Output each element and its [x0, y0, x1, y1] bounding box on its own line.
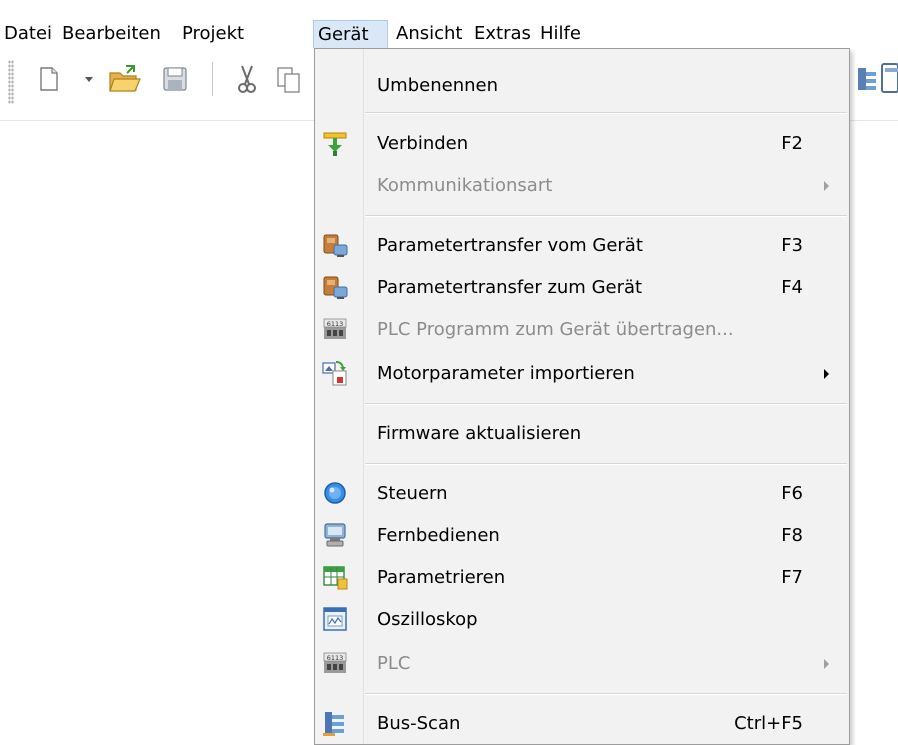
menu-item-umbenennen[interactable]: Umbenennen: [315, 65, 849, 107]
menu-item-label: Fernbedienen: [377, 525, 500, 546]
toolbar-grip[interactable]: [8, 60, 14, 104]
menu-item-fernbedienen[interactable]: Fernbedienen F8: [315, 515, 849, 557]
menu-separator: [365, 403, 847, 405]
oscilloscope-icon: [323, 607, 347, 631]
bus-scan-icon: [323, 712, 344, 736]
menu-item-label: PLC: [377, 653, 411, 674]
menu-projekt[interactable]: Projekt: [178, 20, 248, 48]
transfer-from-device-icon: [323, 234, 348, 257]
menu-item-plc[interactable]: 6113 PLC: [315, 643, 849, 685]
menu-item-shortcut: F6: [781, 483, 803, 504]
menu-separator: [365, 693, 847, 695]
menu-separator: [365, 463, 847, 465]
menu-item-parametertransfer-zum-geraet[interactable]: Parametertransfer zum Gerät F4: [315, 267, 849, 309]
menu-item-steuern[interactable]: Steuern F6: [315, 473, 849, 515]
menu-item-verbinden[interactable]: Verbinden F2: [315, 123, 849, 165]
menu-item-shortcut: F7: [781, 567, 803, 588]
menu-item-label: Parametertransfer vom Gerät: [377, 235, 643, 256]
menu-bar: Datei Bearbeiten Projekt Gerät Ansicht E…: [0, 0, 898, 48]
menu-item-label: Parametrieren: [377, 567, 506, 588]
menu-hilfe[interactable]: Hilfe: [536, 20, 585, 48]
remote-control-icon: [324, 523, 346, 547]
menu-item-parametertransfer-vom-geraet[interactable]: Parametertransfer vom Gerät F3: [315, 225, 849, 267]
connect-icon: [323, 132, 347, 156]
menu-extras[interactable]: Extras: [470, 20, 535, 48]
save-icon[interactable]: [162, 66, 188, 92]
submenu-arrow-icon: [824, 369, 829, 379]
menu-item-shortcut: F8: [781, 525, 803, 546]
menu-separator: [365, 112, 847, 114]
submenu-arrow-icon: [824, 181, 829, 191]
menu-geraet[interactable]: Gerät: [313, 20, 388, 48]
menu-item-label: Bus-Scan: [377, 713, 461, 734]
copy-icon[interactable]: [276, 66, 302, 94]
dropdown-arrow-icon[interactable]: [84, 76, 94, 84]
menu-datei[interactable]: Datei: [0, 20, 56, 48]
menu-item-label: Firmware aktualisieren: [377, 423, 582, 444]
menu-item-kommunikationsart[interactable]: Kommunikationsart: [315, 165, 849, 207]
control-icon: [324, 482, 346, 504]
menu-item-plc-programm-uebertragen[interactable]: 6113 PLC Programm zum Gerät übertragen..…: [315, 309, 849, 351]
menu-item-oszilloskop[interactable]: Oszilloskop: [315, 599, 849, 641]
menu-item-label: Kommunikationsart: [377, 175, 553, 196]
submenu-arrow-icon: [824, 659, 829, 669]
menu-item-bus-scan[interactable]: Bus-Scan Ctrl+F5: [315, 703, 849, 745]
menu-item-shortcut: F2: [781, 133, 803, 154]
window-icon[interactable]: [880, 62, 898, 94]
geraet-menu: Umbenennen Verbinden F2 Kommunikationsar…: [314, 48, 850, 745]
plc-icon: 6113: [323, 652, 347, 673]
menu-item-label: Verbinden: [377, 133, 469, 154]
svg-text:6113: 6113: [327, 320, 344, 328]
bus-scan-icon[interactable]: [856, 64, 878, 94]
menu-item-parametrieren[interactable]: Parametrieren F7: [315, 557, 849, 599]
menu-item-firmware-aktualisieren[interactable]: Firmware aktualisieren: [315, 413, 849, 455]
cut-icon[interactable]: [234, 64, 260, 94]
menu-bearbeiten[interactable]: Bearbeiten: [58, 20, 165, 48]
menu-item-label: Oszilloskop: [377, 609, 478, 630]
menu-item-shortcut: F4: [781, 277, 803, 298]
open-folder-icon[interactable]: [108, 64, 142, 94]
menu-item-label: Motorparameter importieren: [377, 363, 635, 384]
transfer-to-device-icon: [323, 276, 348, 299]
menu-ansicht[interactable]: Ansicht: [392, 20, 466, 48]
parametrize-icon: [323, 566, 348, 590]
menu-item-motorparameter-importieren[interactable]: Motorparameter importieren: [315, 353, 849, 395]
menu-item-label: Parametertransfer zum Gerät: [377, 277, 643, 298]
menu-separator: [365, 215, 847, 217]
menu-item-label: PLC Programm zum Gerät übertragen...: [377, 319, 734, 340]
svg-text:6113: 6113: [327, 654, 344, 662]
toolbar-separator: [212, 62, 213, 96]
menu-item-label: Umbenennen: [377, 75, 498, 96]
menu-item-shortcut: F3: [781, 235, 803, 256]
menu-item-label: Steuern: [377, 483, 448, 504]
plc-icon: 6113: [323, 318, 347, 339]
new-document-icon[interactable]: [38, 66, 60, 92]
import-motor-icon: [322, 361, 347, 386]
menu-item-shortcut: Ctrl+F5: [734, 713, 803, 734]
